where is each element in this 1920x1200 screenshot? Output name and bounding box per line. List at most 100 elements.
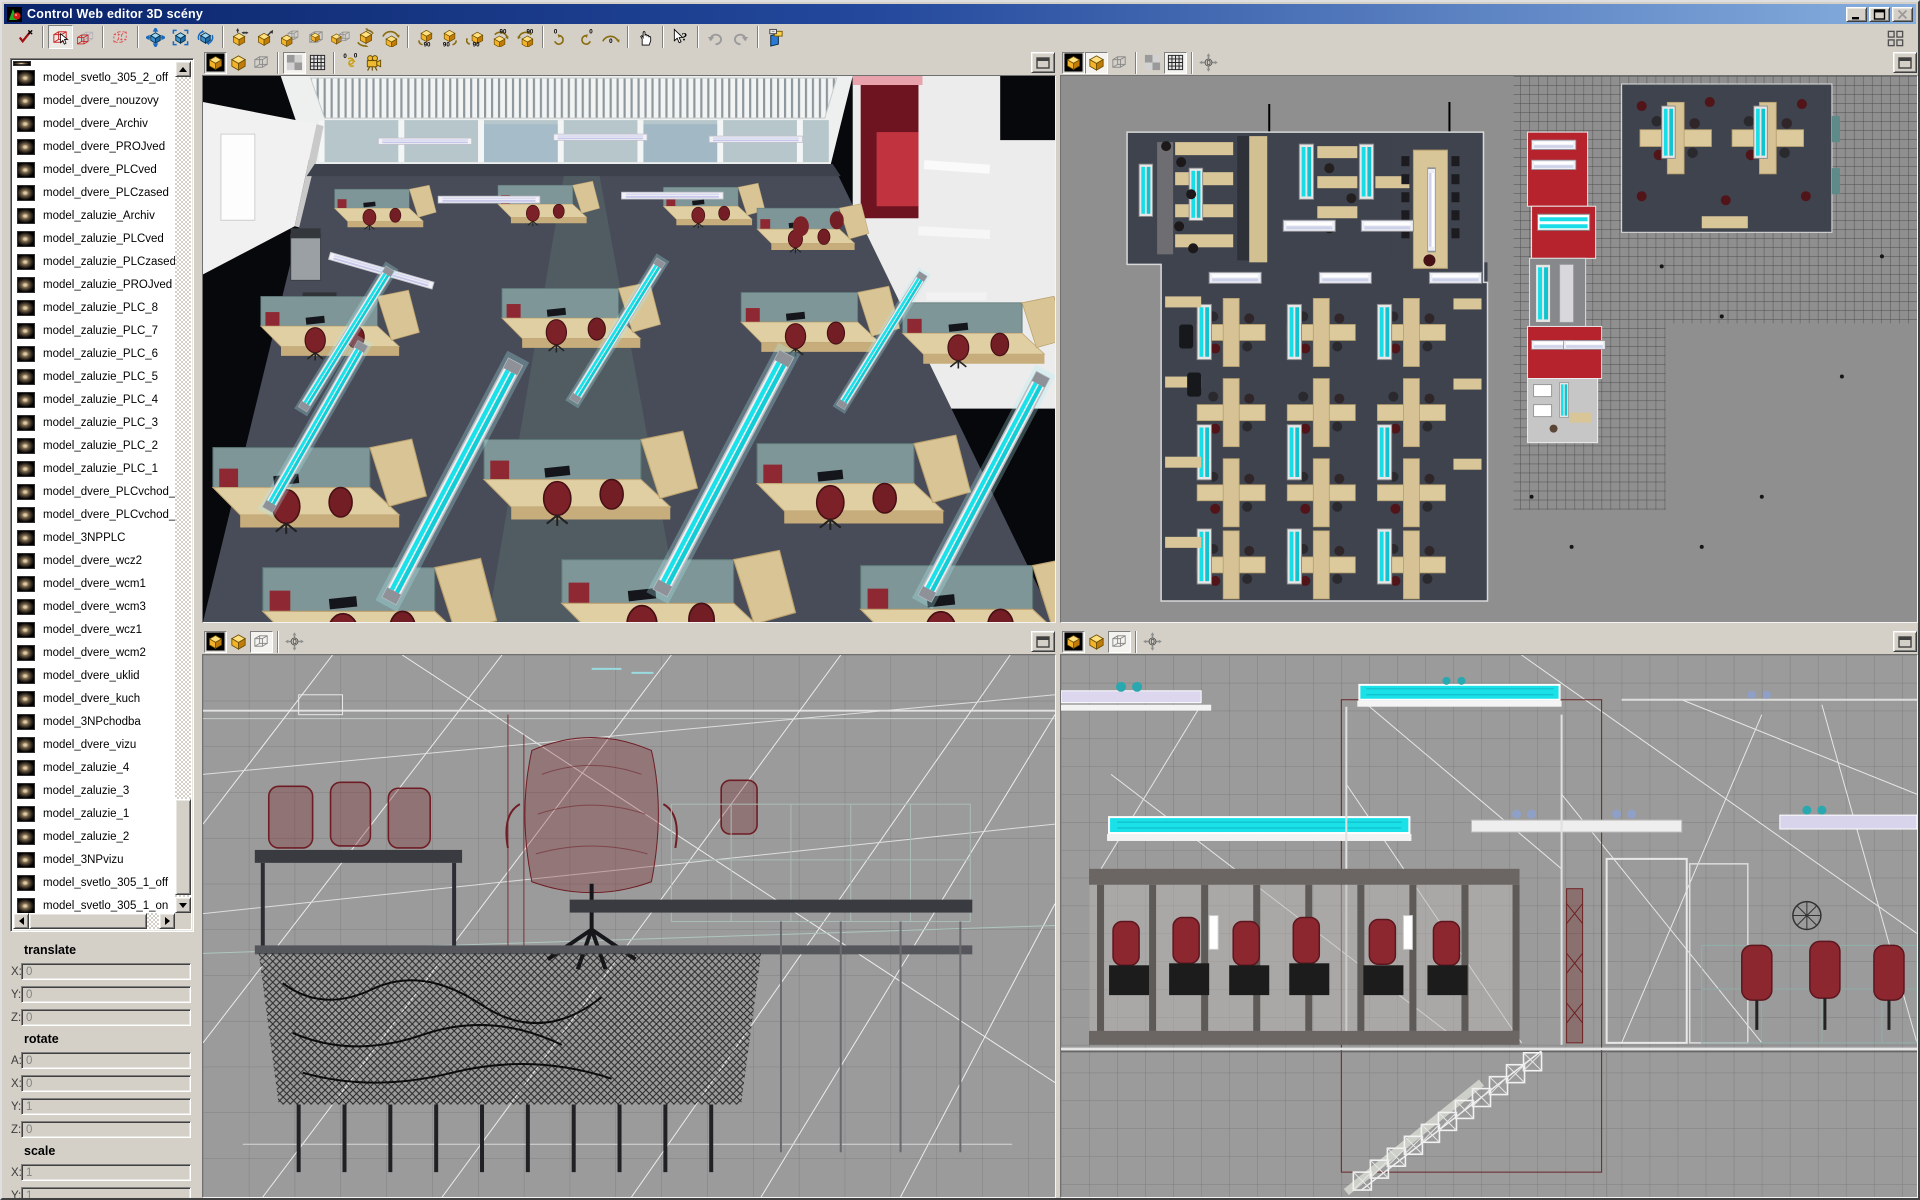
rotate-a-field[interactable]: 0 <box>21 1052 191 1069</box>
rotate-90-z-button[interactable]: 90 <box>463 25 488 49</box>
rotate-y-field[interactable]: 1 <box>21 1098 191 1115</box>
render-solid-active-button[interactable] <box>1062 52 1085 74</box>
select-region-button[interactable] <box>108 25 133 49</box>
scroll-down-button[interactable] <box>175 897 191 913</box>
render-solid-active-button[interactable] <box>1062 631 1085 653</box>
pan-hand-button[interactable] <box>633 25 658 49</box>
rotate-z-field[interactable]: 0 <box>21 1121 191 1138</box>
list-item[interactable]: model_dvere_kuch <box>13 687 175 710</box>
translate-z-field[interactable]: 0 <box>21 1009 191 1026</box>
pan-zero-button[interactable]: 0 <box>283 631 306 653</box>
minimize-button[interactable] <box>1846 7 1867 22</box>
undo-button[interactable] <box>703 25 728 49</box>
object-rotate-arc-button[interactable] <box>378 25 403 49</box>
rotate-arc-reset-button[interactable]: 0 <box>598 25 623 49</box>
list-item[interactable]: model_dvere_vizu <box>13 733 175 756</box>
list-item[interactable]: model_zaluzie_4 <box>13 756 175 779</box>
viewport-maximize-button[interactable] <box>1893 52 1917 73</box>
pan-zero-button[interactable]: 0 <box>1141 631 1164 653</box>
object-translate-free-button[interactable] <box>253 25 278 49</box>
object-rotate-button[interactable] <box>353 25 378 49</box>
rotate-reset-y-button[interactable]: 0 <box>573 25 598 49</box>
list-item[interactable]: model_3NPPLC <box>13 526 175 549</box>
viewport-maximize-button[interactable] <box>1031 52 1055 73</box>
rotate-arc-90-cw-button[interactable]: 90 <box>488 25 513 49</box>
apply-check-button[interactable] <box>13 25 38 49</box>
rotate-90-y-button[interactable]: 90 <box>438 25 463 49</box>
list-item[interactable]: model_zaluzie_PLCved <box>13 227 175 250</box>
render-wireframe-button[interactable] <box>1108 52 1131 74</box>
select-add-button[interactable] <box>73 25 98 49</box>
list-item[interactable]: model_3NPchodba <box>13 710 175 733</box>
rotate-x-field[interactable]: 0 <box>21 1075 191 1092</box>
list-item[interactable]: model_dvere_uklid <box>13 664 175 687</box>
select-object-button[interactable] <box>48 25 73 49</box>
list-item[interactable]: model_dvere_wcz1 <box>13 618 175 641</box>
model-list[interactable]: model_svetlo_305_2_offmodel_dvere_nouzov… <box>10 58 194 932</box>
render-solid-button[interactable] <box>1085 52 1108 74</box>
rotate-90-x-button[interactable]: 90 <box>413 25 438 49</box>
list-item[interactable]: model_dvere_Archiv <box>13 112 175 135</box>
list-item[interactable]: model_zaluzie_PLC_2 <box>13 434 175 457</box>
list-item[interactable]: model_zaluzie_3 <box>13 779 175 802</box>
viewport-maximize-button[interactable] <box>1031 631 1055 652</box>
viewport-plan-canvas[interactable] <box>1060 75 1918 623</box>
list-item[interactable]: model_dvere_PLCvchod_ <box>13 503 175 526</box>
list-item[interactable]: model_zaluzie_PLC_1 <box>13 457 175 480</box>
horizontal-scrollbar[interactable] <box>13 913 175 929</box>
render-wireframe-button[interactable] <box>250 52 273 74</box>
vertical-scrollbar-track[interactable] <box>175 77 191 897</box>
scene-properties-button[interactable] <box>763 25 788 49</box>
vertical-scrollbar[interactable] <box>175 61 191 913</box>
title-bar[interactable]: Control Web editor 3D scény <box>4 4 1916 24</box>
list-item[interactable]: model_dvere_PLCzased <box>13 181 175 204</box>
close-button[interactable] <box>1892 7 1913 22</box>
view-rotate-button[interactable] <box>193 25 218 49</box>
translate-x-field[interactable]: 0 <box>21 963 191 980</box>
object-beside-box-button[interactable] <box>328 25 353 49</box>
horizontal-scrollbar-thumb[interactable] <box>29 913 147 929</box>
list-item[interactable]: model_zaluzie_Archiv <box>13 204 175 227</box>
object-translate-vertical-button[interactable] <box>228 25 253 49</box>
list-item[interactable]: model_zaluzie_PLC_7 <box>13 319 175 342</box>
list-item[interactable]: model_dvere_PLCvchod_ <box>13 480 175 503</box>
list-item[interactable]: model_svetlo_305_2_off <box>13 66 175 89</box>
list-item[interactable]: model_zaluzie_2 <box>13 825 175 848</box>
object-in-box-button[interactable] <box>303 25 328 49</box>
vertical-scrollbar-thumb[interactable] <box>175 799 191 895</box>
view-fit-button[interactable] <box>168 25 193 49</box>
pan-zero-button[interactable]: 0 <box>1197 52 1220 74</box>
render-solid-button[interactable] <box>1085 631 1108 653</box>
texture-checker-button[interactable] <box>1141 52 1164 74</box>
list-item[interactable]: model_zaluzie_PLCzased <box>13 250 175 273</box>
list-item[interactable]: model_svetlo_305_1_off <box>13 871 175 894</box>
list-item[interactable]: model_dvere_wcz2 <box>13 549 175 572</box>
list-item[interactable]: model_zaluzie_PLC_8 <box>13 296 175 319</box>
list-item[interactable]: model_dvere_nouzovy <box>13 89 175 112</box>
list-item[interactable]: model_zaluzie_1 <box>13 802 175 825</box>
horizontal-scrollbar-track[interactable] <box>29 913 159 929</box>
texture-grid-button[interactable] <box>306 52 329 74</box>
render-wireframe-button[interactable] <box>250 631 273 653</box>
list-item[interactable]: model_svetlo_305_1_on <box>13 894 175 913</box>
list-item[interactable]: model_dvere_PROJved <box>13 135 175 158</box>
list-item[interactable]: model_zaluzie_PLC_4 <box>13 388 175 411</box>
list-item[interactable]: model_dvere_PLCved <box>13 158 175 181</box>
list-item[interactable]: model_3NPvizu <box>13 848 175 871</box>
maximize-button[interactable] <box>1869 7 1890 22</box>
scroll-left-button[interactable] <box>13 913 29 929</box>
scroll-right-button[interactable] <box>159 913 175 929</box>
rotate-arc-90-ccw-button[interactable]: 90 <box>513 25 538 49</box>
list-item[interactable]: model_dvere_wcm1 <box>13 572 175 595</box>
camera-button[interactable] <box>362 52 385 74</box>
translate-y-field[interactable]: 0 <box>21 986 191 1003</box>
list-item[interactable]: model_zaluzie_PLC_5 <box>13 365 175 388</box>
view-move-button[interactable] <box>143 25 168 49</box>
texture-checker-button[interactable] <box>283 52 306 74</box>
scale-x-field[interactable]: 1 <box>21 1164 191 1181</box>
viewport-maximize-button[interactable] <box>1893 631 1917 652</box>
render-solid-active-button[interactable] <box>204 631 227 653</box>
render-wireframe-button[interactable] <box>1108 631 1131 653</box>
camera-orbit-button[interactable]: 00 <box>339 52 362 74</box>
list-item[interactable]: model_dvere_wcm3 <box>13 595 175 618</box>
